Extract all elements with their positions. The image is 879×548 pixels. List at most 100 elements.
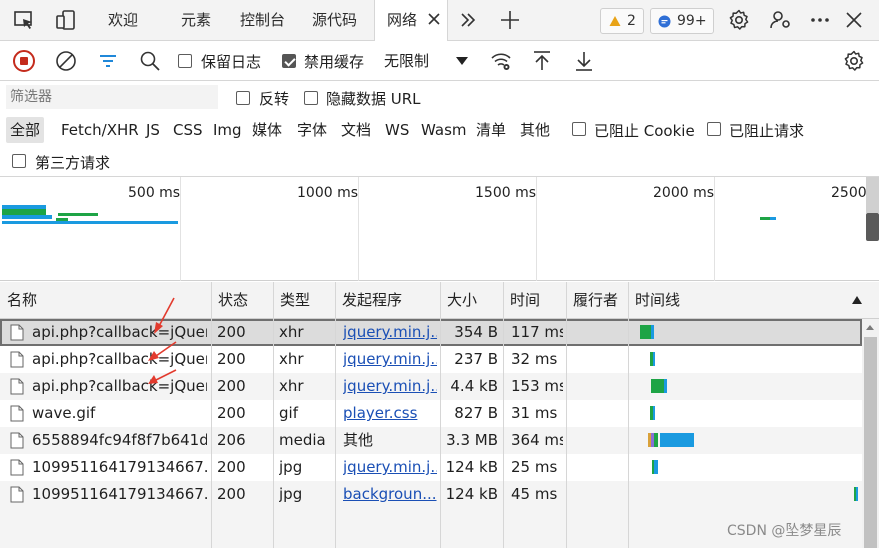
preserve-log-checkbox[interactable]: [178, 54, 192, 68]
table-row[interactable]: api.php?callback=jQuer... 200 xhr jquery.mi…: [0, 346, 862, 373]
cell-size: 124 kB: [445, 485, 498, 503]
cell-initiator[interactable]: jquery.min.j...: [343, 454, 437, 481]
table-row[interactable]: 109951164179134667.j... 200 jpg backgroun..…: [0, 481, 862, 508]
hide-data-urls-checkbox[interactable]: [304, 91, 318, 105]
clear-icon[interactable]: [54, 49, 78, 73]
record-stop-icon[interactable]: [12, 49, 36, 73]
type-filter-all[interactable]: 全部: [6, 117, 45, 143]
type-filter-img[interactable]: Img: [209, 117, 246, 143]
chevron-down-icon: [456, 57, 468, 65]
blocked-cookies-checkbox[interactable]: [572, 122, 586, 136]
type-filter-font[interactable]: 字体: [293, 117, 331, 143]
filter-icon[interactable]: [96, 49, 120, 73]
overview-drag-handle[interactable]: [866, 213, 879, 241]
close-tab-icon[interactable]: [427, 12, 441, 26]
cell-time: 32 ms: [511, 350, 558, 368]
header-waterfall[interactable]: 时间线: [628, 282, 680, 319]
waterfall-bar: [651, 379, 664, 393]
overview-tick: 2500: [831, 185, 867, 201]
cell-status: 200: [217, 323, 246, 341]
header-type[interactable]: 类型: [273, 282, 310, 319]
column-divider[interactable]: [211, 282, 212, 548]
cell-time: 364 ms: [511, 431, 563, 449]
cell-status: 200: [217, 377, 246, 395]
type-filter-doc[interactable]: 文档: [337, 117, 375, 143]
type-filter-manifest[interactable]: 清单: [472, 117, 510, 143]
tab-elements[interactable]: 元素: [181, 0, 211, 40]
close-devtools-icon[interactable]: [842, 8, 866, 32]
cell-time: 25 ms: [511, 458, 558, 476]
type-filter-other[interactable]: 其他: [516, 117, 554, 143]
table-scrollbar-thumb[interactable]: [864, 337, 877, 548]
tab-network-label: 网络: [387, 11, 418, 29]
cell-status: 206: [217, 431, 246, 449]
column-divider[interactable]: [273, 282, 274, 548]
column-divider[interactable]: [335, 282, 336, 548]
waterfall-bar: [660, 433, 694, 447]
header-fulfilled-by[interactable]: 履行者: [566, 282, 618, 319]
type-filter-fetch-xhr[interactable]: Fetch/XHR: [57, 117, 143, 143]
column-divider[interactable]: [628, 282, 629, 548]
column-divider[interactable]: [566, 282, 567, 548]
header-size[interactable]: 大小: [440, 282, 477, 319]
device-emulation-icon[interactable]: [54, 8, 78, 32]
add-tab-icon[interactable]: [498, 8, 522, 32]
table-row[interactable]: 109951164179134667.j... 200 jpg jquery.min.…: [0, 454, 862, 481]
scroll-up-arrow-icon[interactable]: [866, 325, 874, 330]
cell-initiator[interactable]: jquery.min.j...: [343, 346, 437, 373]
cell-time: 45 ms: [511, 485, 558, 503]
cell-initiator[interactable]: backgroun...: [343, 481, 437, 508]
settings-gear-icon[interactable]: [727, 8, 751, 32]
tab-console[interactable]: 控制台: [240, 0, 285, 40]
table-row[interactable]: wave.gif 200 gif player.css 827 B 31 ms: [0, 400, 862, 427]
inspect-element-icon[interactable]: [12, 8, 36, 32]
waterfall-bar: [664, 379, 667, 393]
table-row[interactable]: api.php?callback=jQuer... 200 xhr jquery.mi…: [0, 319, 862, 346]
warnings-badge[interactable]: 2: [600, 8, 644, 34]
network-settings-gear-icon[interactable]: [842, 49, 866, 73]
cell-type: xhr: [279, 350, 304, 368]
type-filter-wasm[interactable]: Wasm: [417, 117, 471, 143]
type-filter-css[interactable]: CSS: [169, 117, 207, 143]
file-icon: [10, 324, 24, 341]
network-conditions-icon[interactable]: [489, 49, 513, 73]
type-filter-media[interactable]: 媒体: [248, 117, 286, 143]
type-filter-js[interactable]: JS: [142, 117, 164, 143]
warning-icon: [609, 16, 621, 26]
customize-icon[interactable]: [769, 8, 793, 32]
cell-initiator[interactable]: jquery.min.j...: [343, 373, 437, 400]
cell-name: api.php?callback=jQuer...: [32, 377, 207, 395]
column-divider[interactable]: [503, 282, 504, 548]
cell-initiator[interactable]: player.css: [343, 400, 437, 427]
overview-bar: [2, 221, 178, 224]
sort-ascending-icon[interactable]: [852, 296, 862, 304]
table-row[interactable]: 6558894fc94f8f7b641d... 206 media 其他 3.3 MB 3…: [0, 427, 862, 454]
cell-initiator[interactable]: jquery.min.j...: [343, 319, 437, 346]
import-har-icon[interactable]: [530, 49, 554, 73]
cell-initiator: 其他: [343, 431, 374, 449]
tab-welcome[interactable]: 欢迎: [108, 0, 138, 40]
disable-cache-checkbox[interactable]: [282, 54, 296, 68]
export-har-icon[interactable]: [572, 49, 596, 73]
search-icon[interactable]: [138, 49, 162, 73]
more-options-icon[interactable]: [808, 8, 832, 32]
file-icon: [10, 486, 24, 503]
preserve-log-label: 保留日志: [201, 53, 262, 71]
cell-type: xhr: [279, 323, 304, 341]
header-name[interactable]: 名称: [0, 282, 37, 319]
invert-checkbox[interactable]: [236, 91, 250, 105]
header-initiator[interactable]: 发起程序: [335, 282, 402, 319]
cell-type: gif: [279, 404, 298, 422]
blocked-requests-checkbox[interactable]: [707, 122, 721, 136]
type-filter-ws[interactable]: WS: [381, 117, 413, 143]
header-status[interactable]: 状态: [211, 282, 248, 319]
filter-input[interactable]: [6, 85, 218, 109]
column-divider[interactable]: [440, 282, 441, 548]
third-party-checkbox[interactable]: [12, 154, 26, 168]
messages-badge[interactable]: 99+: [650, 8, 714, 34]
tab-sources[interactable]: 源代码: [312, 0, 357, 40]
header-time[interactable]: 时间: [503, 282, 540, 319]
more-tabs-icon[interactable]: [456, 8, 480, 32]
throttling-select[interactable]: 无限制: [378, 47, 476, 75]
table-row[interactable]: api.php?callback=jQuer... 200 xhr jquery.mi…: [0, 373, 862, 400]
